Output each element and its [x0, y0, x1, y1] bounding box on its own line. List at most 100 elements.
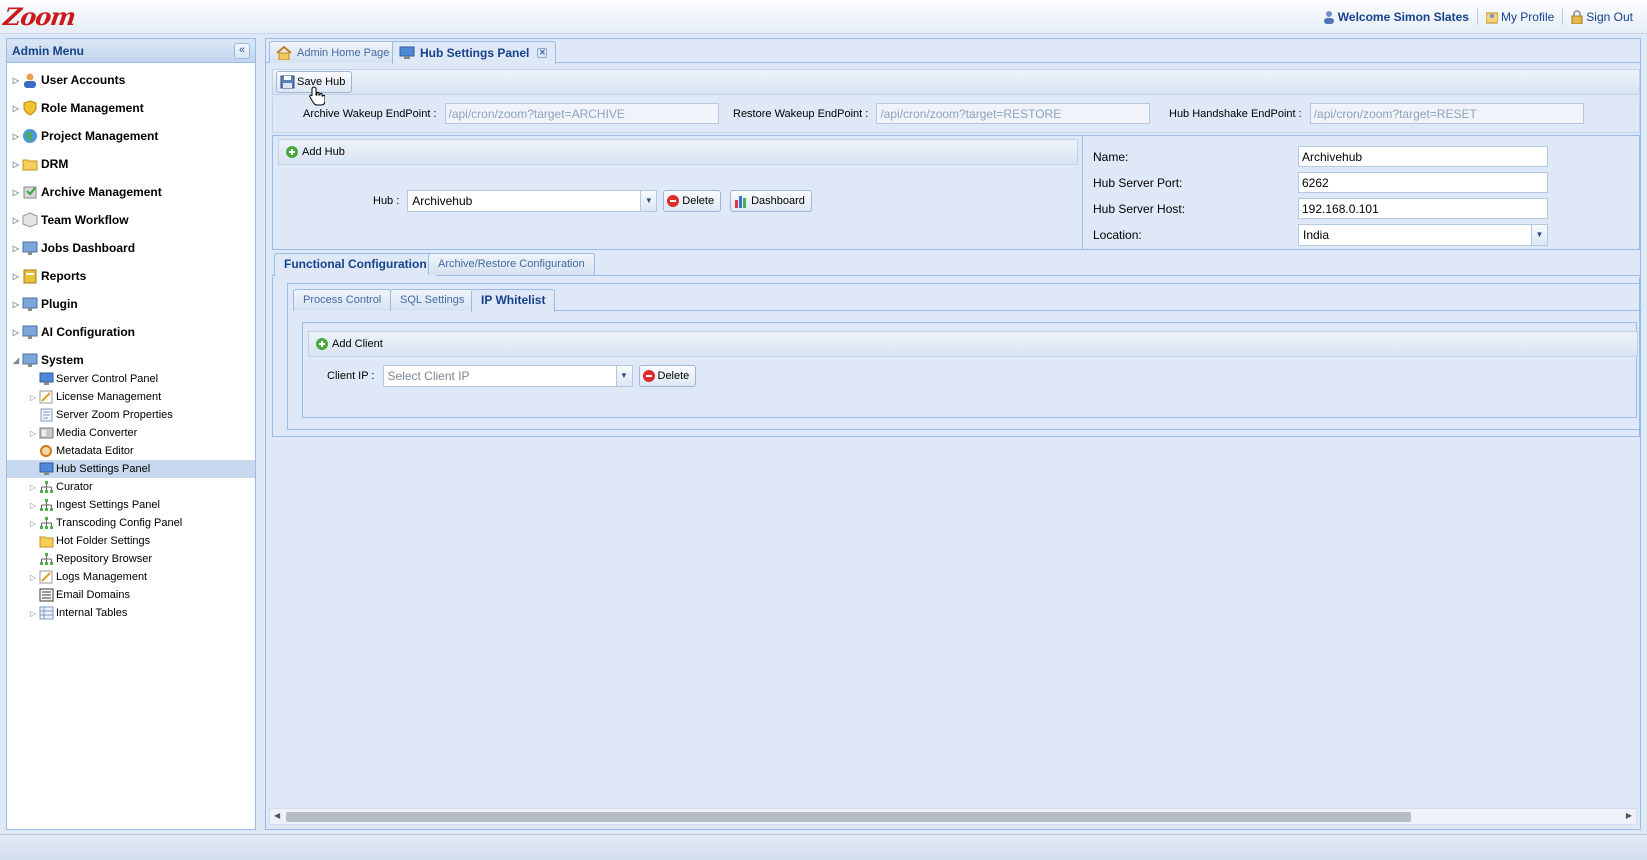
menu-user-accounts[interactable]: ▷ User Accounts: [7, 66, 255, 94]
monitor-icon: [399, 46, 415, 59]
menu-transcoding-config-panel[interactable]: ▷ Transcoding Config Panel: [7, 514, 255, 532]
mouse-pointer-icon: [309, 86, 325, 106]
menu-hot-folder-settings[interactable]: Hot Folder Settings: [7, 532, 255, 550]
horizontal-scrollbar[interactable]: ◀ ▶: [269, 808, 1637, 825]
scroll-right-icon[interactable]: ▶: [1626, 811, 1632, 820]
chevron-down-icon[interactable]: ▼: [1531, 225, 1547, 245]
sign-out-link[interactable]: Sign Out: [1562, 9, 1641, 25]
scrollbar-thumb[interactable]: [286, 812, 1411, 822]
name-row: Name:: [1093, 146, 1548, 167]
menu-ai-configuration[interactable]: ▷ AI Configuration: [7, 318, 255, 346]
converter-icon: [39, 427, 54, 439]
license-icon: [39, 570, 53, 584]
tab-admin-home-page[interactable]: Admin Home Page: [269, 41, 399, 63]
expand-arrow-icon[interactable]: ▷: [11, 104, 21, 113]
expand-arrow-icon[interactable]: ▷: [11, 300, 21, 309]
menu-server-control-panel[interactable]: Server Control Panel: [7, 370, 255, 388]
my-profile-link[interactable]: My Profile: [1476, 9, 1562, 25]
expand-arrow-icon[interactable]: ▷: [11, 272, 21, 281]
expand-arrow-icon[interactable]: ▷: [11, 132, 21, 141]
menu-reports[interactable]: ▷ Reports: [7, 262, 255, 290]
menu-label: Transcoding Config Panel: [56, 517, 183, 529]
port-label: Hub Server Port:: [1093, 175, 1183, 190]
expand-arrow-icon[interactable]: ▷: [27, 393, 39, 402]
tab-functional-configuration[interactable]: Functional Configuration: [274, 253, 437, 276]
delete-client-button[interactable]: Delete: [638, 365, 697, 387]
expand-arrow-icon[interactable]: ▷: [11, 328, 21, 337]
chevron-down-icon[interactable]: ▼: [615, 366, 632, 386]
expand-arrow-icon[interactable]: ▷: [11, 188, 21, 197]
tab-process-control[interactable]: Process Control: [293, 289, 392, 311]
menu-metadata-editor[interactable]: Metadata Editor: [7, 442, 255, 460]
menu-project-management[interactable]: ▷ Project Management: [7, 122, 255, 150]
main-panel: Admin Home Page Hub Settings Panel ✕ Sav…: [265, 38, 1642, 830]
admin-menu-header: Admin Menu «: [7, 39, 255, 63]
collapse-sidebar-button[interactable]: «: [234, 42, 250, 59]
menu-archive-management[interactable]: ▷ Archive Management: [7, 178, 255, 206]
user-icon: [24, 73, 36, 88]
admin-menu-panel: Admin Menu « ▷ User Accounts ▷ Role Manage…: [6, 38, 256, 830]
expand-arrow-icon[interactable]: ▷: [11, 160, 21, 169]
scroll-left-icon[interactable]: ◀: [274, 811, 280, 820]
add-client-toolbar: Add Client: [308, 331, 1638, 357]
client-ip-select[interactable]: Select Client IP ▼: [382, 365, 633, 387]
menu-label: User Accounts: [41, 73, 126, 87]
admin-menu-tree: ▷ User Accounts ▷ Role Management ▷ Project…: [7, 63, 255, 622]
expand-arrow-icon[interactable]: ▷: [27, 519, 39, 528]
menu-team-workflow[interactable]: ▷ Team Workflow: [7, 206, 255, 234]
folder-icon: [22, 159, 38, 171]
shield-icon: [23, 100, 37, 116]
restore-endpoint-field[interactable]: [876, 103, 1151, 124]
location-select[interactable]: India ▼: [1298, 224, 1548, 246]
menu-logs-management[interactable]: ▷ Logs Management: [7, 568, 255, 586]
hub-select[interactable]: Archivehub ▼: [407, 190, 658, 212]
hub-selector-box: Add Hub Hub : Archivehub ▼ Delete Dashbo…: [272, 135, 1083, 250]
host-field[interactable]: [1298, 198, 1548, 219]
expand-arrow-icon[interactable]: ▷: [11, 216, 21, 225]
menu-curator[interactable]: ▷ Curator: [7, 478, 255, 496]
expand-arrow-icon[interactable]: ▷: [11, 76, 21, 85]
expand-arrow-icon[interactable]: ▷: [27, 573, 39, 582]
menu-role-management[interactable]: ▷ Role Management: [7, 94, 255, 122]
tab-hub-settings-panel[interactable]: Hub Settings Panel ✕: [392, 41, 557, 64]
menu-jobs-dashboard[interactable]: ▷ Jobs Dashboard: [7, 234, 255, 262]
dashboard-button[interactable]: Dashboard: [730, 190, 812, 212]
expand-arrow-icon[interactable]: ▷: [11, 244, 21, 253]
archive-endpoint-field[interactable]: [444, 103, 719, 124]
tab-ip-whitelist[interactable]: IP Whitelist: [471, 289, 556, 312]
menu-media-converter[interactable]: ▷ Media Converter: [7, 424, 255, 442]
menu-license-management[interactable]: ▷ License Management: [7, 388, 255, 406]
collapse-arrow-icon[interactable]: ◢: [11, 356, 21, 365]
tab-archive-restore-configuration[interactable]: Archive/Restore Configuration: [428, 253, 595, 275]
location-label: Location:: [1093, 228, 1142, 242]
my-profile-label: My Profile: [1500, 10, 1555, 24]
menu-internal-tables[interactable]: ▷ Internal Tables: [7, 604, 255, 622]
zoom-logo[interactable]: Zoom: [2, 2, 77, 31]
name-field[interactable]: [1298, 146, 1548, 167]
top-bar: Zoom Welcome Simon Slates My Profile Sig…: [0, 0, 1647, 34]
menu-label: Ingest Settings Panel: [56, 499, 160, 511]
handshake-endpoint-field[interactable]: [1309, 103, 1584, 124]
menu-repository-browser[interactable]: Repository Browser: [7, 550, 255, 568]
delete-hub-button[interactable]: Delete: [663, 190, 722, 212]
expand-arrow-icon[interactable]: ▷: [27, 501, 39, 510]
delete-icon: [642, 370, 655, 382]
expand-arrow-icon[interactable]: ▷: [27, 429, 39, 438]
tab-label: Hub Settings Panel: [420, 46, 530, 60]
expand-arrow-icon[interactable]: ▷: [27, 483, 39, 492]
menu-ingest-settings-panel[interactable]: ▷ Ingest Settings Panel: [7, 496, 255, 514]
menu-drm[interactable]: ▷ DRM: [7, 150, 255, 178]
menu-system[interactable]: ◢ System: [7, 350, 255, 370]
tab-sql-settings[interactable]: SQL Settings: [390, 289, 475, 311]
menu-plugin[interactable]: ▷ Plugin: [7, 290, 255, 318]
port-field[interactable]: [1298, 172, 1548, 193]
menu-email-domains[interactable]: Email Domains: [7, 586, 255, 604]
menu-server-zoom-properties[interactable]: Server Zoom Properties: [7, 406, 255, 424]
add-client-button[interactable]: Add Client: [312, 333, 390, 355]
expand-arrow-icon[interactable]: ▷: [27, 609, 39, 618]
close-tab-icon[interactable]: ✕: [537, 48, 548, 58]
hub-toolbar: Save Hub: [272, 69, 1640, 95]
chevron-down-icon[interactable]: ▼: [640, 191, 657, 211]
add-hub-button[interactable]: Add Hub: [282, 141, 352, 163]
menu-hub-settings-panel[interactable]: Hub Settings Panel: [7, 460, 255, 478]
